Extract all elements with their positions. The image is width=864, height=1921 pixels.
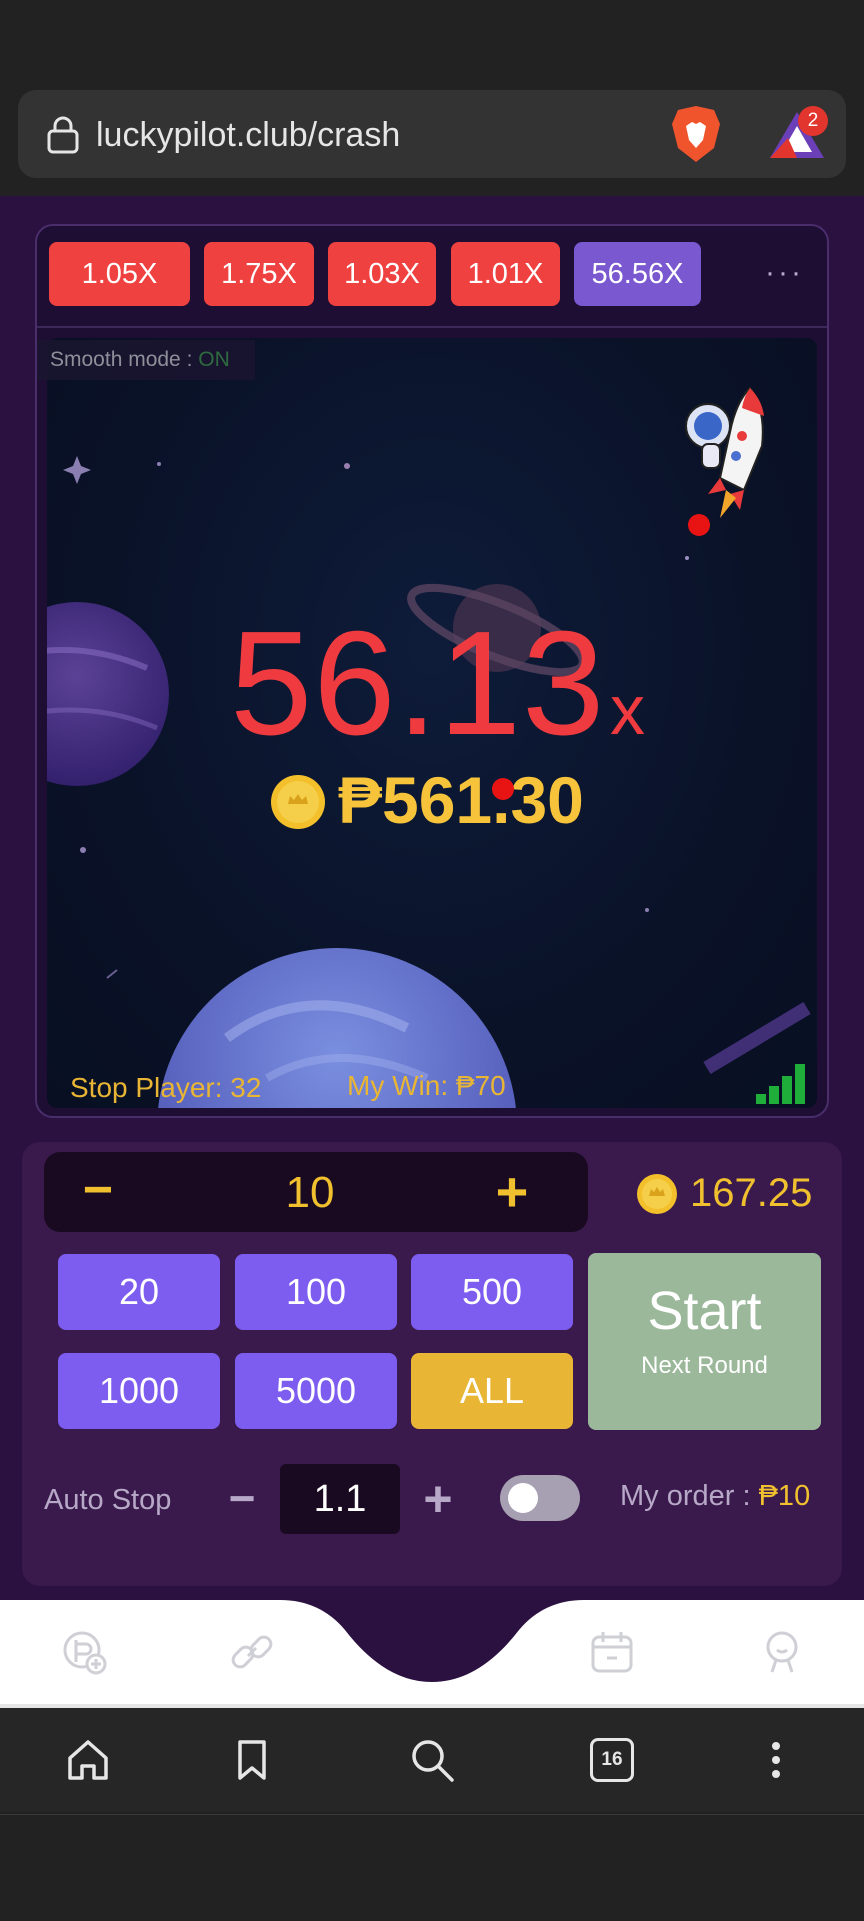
toggle-knob xyxy=(508,1483,538,1513)
lock-icon xyxy=(47,116,79,154)
history-chip: 1.05X xyxy=(49,242,190,306)
smooth-mode-label: Smooth mode : xyxy=(50,348,199,371)
quick-amount-button[interactable]: 500 xyxy=(411,1254,573,1330)
notification-badge: 2 xyxy=(798,106,828,136)
auto-stop-label: Auto Stop xyxy=(44,1484,172,1516)
my-order-amount: ₱10 xyxy=(758,1480,811,1512)
url-text[interactable]: luckypilot.club/crash xyxy=(96,112,400,158)
coin-icon xyxy=(271,775,325,829)
my-order: My order : ₱10 xyxy=(620,1478,810,1514)
history-chip: 56.56X xyxy=(574,242,701,306)
auto-stop-decrease-button[interactable]: − xyxy=(222,1475,262,1521)
coin-add-icon[interactable] xyxy=(60,1628,108,1676)
brave-shield-icon[interactable] xyxy=(670,104,722,164)
divider xyxy=(37,326,827,328)
plane-marker xyxy=(688,514,710,536)
system-nav-area xyxy=(0,1814,864,1921)
auto-stop-input[interactable]: 1.1 xyxy=(280,1464,400,1534)
quick-amount-button[interactable]: 100 xyxy=(235,1254,397,1330)
more-vert-icon[interactable] xyxy=(752,1736,800,1784)
stop-player-count: Stop Player: 32 xyxy=(70,1072,262,1103)
home-icon[interactable] xyxy=(64,1736,112,1784)
quick-amount-button[interactable]: 20 xyxy=(58,1254,220,1330)
bookmark-icon[interactable] xyxy=(228,1736,276,1784)
wallet-balance: 167.25 xyxy=(690,1171,813,1215)
coin-icon xyxy=(637,1174,677,1214)
decrease-bet-button[interactable]: − xyxy=(78,1164,118,1216)
smooth-mode-indicator[interactable]: Smooth mode : ON xyxy=(50,346,230,374)
start-button[interactable]: Start Next Round xyxy=(588,1253,821,1430)
my-win: My Win: ₱70 xyxy=(347,1070,506,1101)
bet-amount-input[interactable]: 10 xyxy=(260,1168,360,1218)
more-history-icon[interactable]: ··· xyxy=(765,258,805,288)
history-chip: 1.01X xyxy=(451,242,560,306)
nav-notch xyxy=(0,1600,864,1710)
smooth-mode-state: ON xyxy=(198,348,230,371)
increase-bet-button[interactable]: + xyxy=(490,1164,534,1220)
all-in-button[interactable]: ALL xyxy=(411,1353,573,1429)
quick-amount-button[interactable]: 5000 xyxy=(235,1353,397,1429)
start-sublabel: Next Round xyxy=(641,1352,768,1379)
current-multiplier: 56.13 xyxy=(230,601,606,766)
position-marker xyxy=(492,778,514,800)
auto-stop-increase-button[interactable]: + xyxy=(416,1474,460,1524)
my-order-label: My order : xyxy=(620,1480,759,1512)
multiplier-suffix: x xyxy=(610,671,645,749)
history-chip: 1.75X xyxy=(204,242,314,306)
rocket-icon xyxy=(685,386,764,518)
tabs-button[interactable]: 16 xyxy=(590,1738,634,1782)
search-icon[interactable] xyxy=(408,1736,456,1784)
current-payout: ₱561.30 xyxy=(338,763,584,837)
start-label: Start xyxy=(647,1281,762,1341)
profile-icon[interactable] xyxy=(758,1628,806,1676)
signal-icon xyxy=(756,1064,805,1104)
calendar-icon[interactable] xyxy=(588,1628,636,1676)
quick-amount-button[interactable]: 1000 xyxy=(58,1353,220,1429)
history-chip: 1.03X xyxy=(328,242,436,306)
link-icon[interactable] xyxy=(228,1628,276,1676)
status-bar xyxy=(0,0,864,88)
